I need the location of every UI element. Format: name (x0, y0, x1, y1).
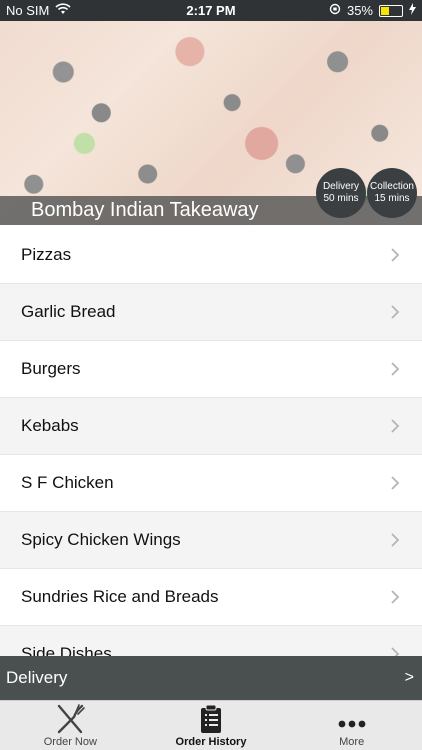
menu-item-label: Pizzas (21, 245, 72, 264)
fork-knife-icon (58, 704, 86, 734)
delivery-mode-bar[interactable]: Delivery > (0, 656, 422, 700)
menu-item-pizzas[interactable]: Pizzas (0, 227, 422, 284)
charging-icon (409, 3, 416, 18)
restaurant-name: Bombay Indian Takeaway (31, 199, 259, 221)
tab-label: Order History (175, 736, 247, 748)
tab-more[interactable]: More (281, 701, 422, 750)
delivery-badge-label: Delivery (322, 181, 360, 192)
battery-icon (379, 4, 403, 17)
chevron-right-icon (391, 476, 400, 490)
menu-item-label: S F Chicken (21, 473, 114, 492)
menu-item-label: Burgers (21, 359, 81, 378)
menu-item-sundries[interactable]: Sundries Rice and Breads (0, 569, 422, 626)
menu-item-spicy-chicken-wings[interactable]: Spicy Chicken Wings (0, 512, 422, 569)
status-right: 35% (329, 3, 416, 18)
menu-item-side-dishes[interactable]: Side Dishes (0, 626, 422, 657)
collection-badge-time: 15 mins (374, 193, 410, 204)
battery-percent: 35% (346, 3, 373, 18)
chevron-right-icon (391, 362, 400, 376)
delivery-badge-time: 50 mins (323, 193, 359, 204)
chevron-right-icon (391, 305, 400, 319)
tab-order-now[interactable]: Order Now (0, 701, 141, 750)
tab-order-history[interactable]: Order History (141, 701, 282, 750)
tab-label: Order Now (43, 736, 97, 748)
menu-item-label: Kebabs (21, 416, 79, 435)
menu-item-kebabs[interactable]: Kebabs (0, 398, 422, 455)
delivery-time-badge: Delivery 50 mins (316, 168, 366, 218)
delivery-mode-arrow: > (404, 669, 414, 686)
collection-time-badge: Collection 15 mins (367, 168, 417, 218)
clipboard-icon (201, 704, 221, 733)
menu-item-garlic-bread[interactable]: Garlic Bread (0, 284, 422, 341)
chevron-right-icon (391, 248, 400, 262)
more-dots-icon (338, 720, 366, 728)
chevron-right-icon (391, 533, 400, 547)
menu-item-sf-chicken[interactable]: S F Chicken (0, 455, 422, 512)
menu-item-label: Sundries Rice and Breads (21, 587, 219, 606)
chevron-right-icon (391, 590, 400, 604)
orientation-lock-icon (329, 3, 341, 18)
collection-badge-label: Collection (370, 181, 414, 192)
tab-bar: Order Now Order History More (0, 700, 422, 750)
menu-item-label: Garlic Bread (21, 302, 116, 321)
menu-item-label: Spicy Chicken Wings (21, 530, 181, 549)
chevron-right-icon (391, 419, 400, 433)
menu-item-burgers[interactable]: Burgers (0, 341, 422, 398)
menu-list: Pizzas Garlic Bread Burgers Kebabs S F C… (0, 227, 422, 657)
tab-label: More (339, 736, 365, 748)
battery-fill (381, 6, 389, 15)
delivery-mode-label: Delivery (6, 668, 68, 687)
status-bar: No SIM 2:17 PM 35% (0, 0, 422, 21)
